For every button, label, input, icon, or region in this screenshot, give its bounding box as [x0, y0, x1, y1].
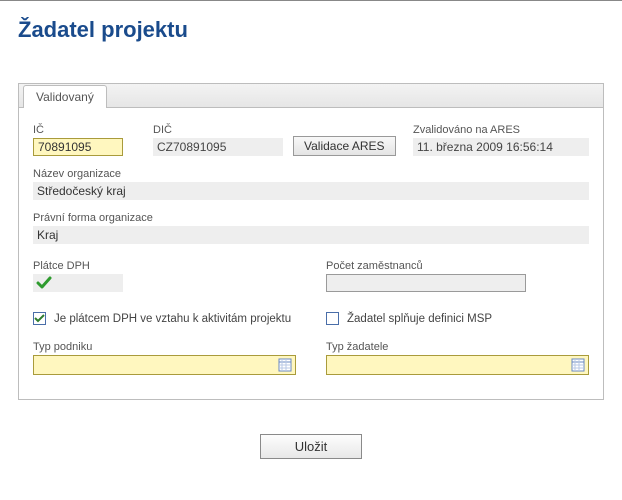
typ-podniku-select[interactable] [33, 355, 296, 375]
nazev-org-label: Název organizace [33, 168, 589, 180]
pravni-forma-label: Právní forma organizace [33, 212, 589, 224]
checkbox-msp[interactable] [326, 312, 339, 325]
lookup-icon [571, 358, 585, 372]
tab-validovany[interactable]: Validovaný [23, 85, 107, 108]
typ-zadatele-select[interactable] [326, 355, 589, 375]
check-icon [36, 275, 52, 291]
ares-label: Zvalidováno na ARES [413, 124, 589, 136]
tabstrip: Validovaný [18, 83, 604, 107]
pocet-zam-label: Počet zaměstnanců [326, 260, 589, 272]
typ-zadatele-label: Typ žadatele [326, 341, 589, 353]
checkbox-dph-aktivity[interactable] [33, 312, 46, 325]
ic-label: IČ [33, 124, 143, 136]
ares-value: 11. března 2009 16:56:14 [413, 138, 589, 156]
form-panel: IČ 70891095 DIČ CZ70891095 Validace ARES… [18, 107, 604, 400]
dic-value: CZ70891095 [153, 138, 283, 156]
pocet-zam-input[interactable] [326, 274, 526, 292]
page-title: Žadatel projektu [18, 17, 604, 43]
save-button[interactable]: Uložit [260, 434, 363, 459]
ic-input[interactable]: 70891095 [33, 138, 123, 156]
checkbox-msp-label: Žadatel splňuje definici MSP [347, 313, 492, 325]
nazev-org-value: Středočeský kraj [33, 182, 589, 200]
platce-dph-label: Plátce DPH [33, 260, 296, 272]
pravni-forma-value: Kraj [33, 226, 589, 244]
checkbox-dph-aktivity-label: Je plátcem DPH ve vztahu k aktivitám pro… [54, 313, 291, 325]
dic-label: DIČ [153, 124, 283, 136]
lookup-icon [278, 358, 292, 372]
platce-dph-value [33, 274, 123, 292]
validace-ares-button[interactable]: Validace ARES [293, 136, 396, 156]
typ-podniku-label: Typ podniku [33, 341, 296, 353]
